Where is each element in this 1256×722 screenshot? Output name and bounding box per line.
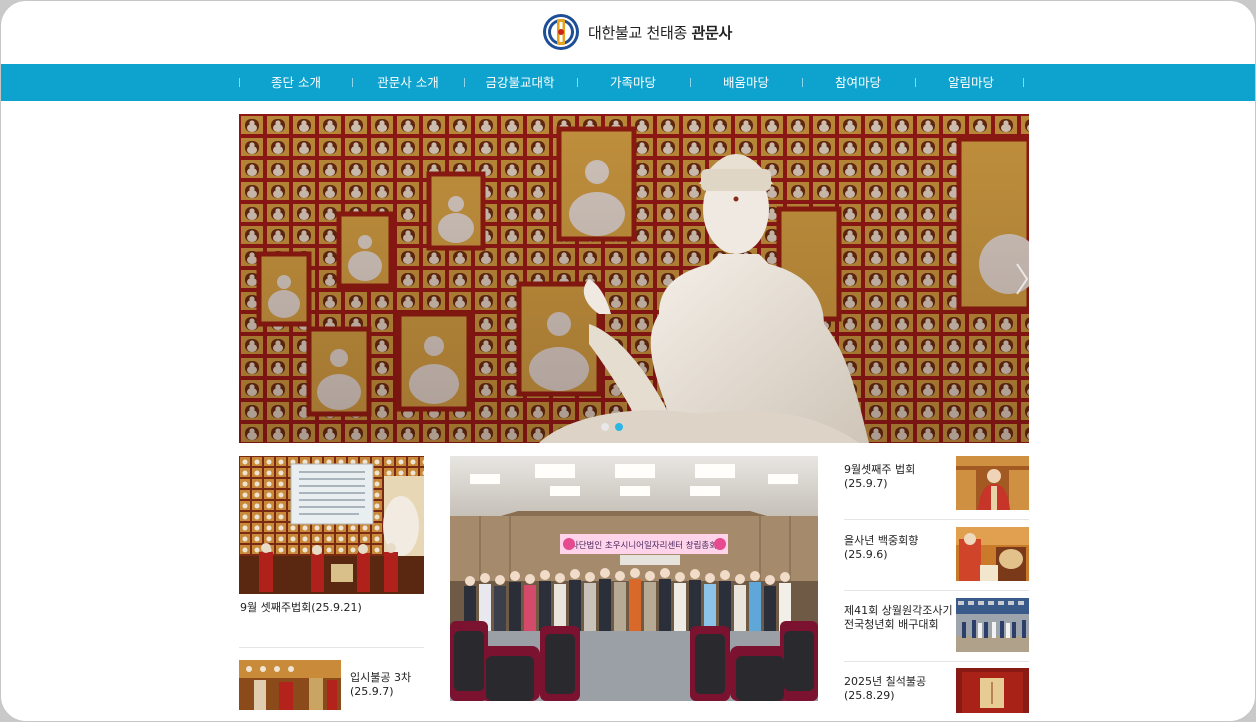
news-thumbnail[interactable] — [239, 660, 341, 710]
news-caption[interactable]: 9월 셋째주법회(25.9.21) — [240, 600, 362, 615]
browser-page: 대한불교 천태종 관문사 종단 소개 관문사 소개 금강불교대학 가족마당 배움… — [0, 0, 1256, 722]
nav-item-buddhist-college[interactable]: 금강불교대학 — [464, 64, 576, 101]
banner-text: 사단법인 초우시니어일자리센터 창립총회 — [571, 540, 717, 551]
dharma-service-photo — [239, 456, 424, 594]
group-photo-auditorium: 사단법인 초우시니어일자리센터 창립총회 — [450, 456, 818, 701]
baekjung-ceremony-photo — [956, 527, 1029, 581]
divider — [844, 590, 1029, 591]
news-title[interactable]: 입시불공 3차 — [350, 670, 411, 685]
site-title: 대한불교 천태종 관문사 — [588, 23, 732, 42]
exam-prayer-photo — [239, 660, 341, 710]
site-logo[interactable]: 대한불교 천태종 관문사 — [542, 13, 732, 51]
side-news-title[interactable]: 을사년 백중회향 — [844, 533, 918, 548]
nav-item-family[interactable]: 가족마당 — [577, 64, 689, 101]
side-news-thumbnail[interactable] — [956, 668, 1029, 713]
hero-buddha-image — [239, 114, 1029, 443]
side-news-title[interactable]: 제41회 상월원각조사기 — [844, 603, 953, 618]
news-thumbnail[interactable] — [239, 456, 424, 594]
side-news-thumbnail[interactable] — [956, 527, 1029, 581]
side-news-title-line2[interactable]: 전국청년회 배구대회 — [844, 617, 939, 632]
site-header: 대한불교 천태종 관문사 — [1, 1, 1255, 64]
divider — [844, 661, 1029, 662]
featured-photo[interactable]: 사단법인 초우시니어일자리센터 창립총회 — [450, 456, 818, 701]
temple-emblem-icon — [543, 14, 579, 50]
nav-item-participation[interactable]: 참여마당 — [802, 64, 914, 101]
side-news-thumbnail[interactable] — [956, 598, 1029, 652]
nav-item-order-intro[interactable]: 종단 소개 — [240, 64, 352, 101]
news-date: (25.9.7) — [350, 685, 394, 698]
slider-dot-1[interactable] — [601, 423, 609, 431]
side-news-date: (25.8.29) — [844, 689, 895, 702]
hero-slider[interactable] — [239, 114, 1029, 443]
nav-item-learning[interactable]: 배움마당 — [690, 64, 802, 101]
monk-dharma-talk-photo — [956, 456, 1029, 510]
main-navigation: 종단 소개 관문사 소개 금강불교대학 가족마당 배움마당 참여마당 알림마당 — [1, 64, 1255, 101]
divider — [844, 519, 1029, 520]
side-news-date: (25.9.6) — [844, 548, 888, 561]
side-news-thumbnail[interactable] — [956, 456, 1029, 510]
volleyball-tournament-photo — [956, 598, 1029, 652]
side-news-title[interactable]: 9월셋째주 법회 — [844, 462, 915, 477]
side-news-title[interactable]: 2025년 칠석불공 — [844, 674, 926, 689]
divider — [239, 647, 424, 648]
nav-separator — [1023, 78, 1024, 87]
nav-item-notices[interactable]: 알림마당 — [915, 64, 1027, 101]
side-news-date: (25.9.7) — [844, 477, 888, 490]
nav-item-temple-intro[interactable]: 관문사 소개 — [352, 64, 464, 101]
chilseok-prayer-photo — [956, 668, 1029, 713]
slider-dot-2-active[interactable] — [615, 423, 623, 431]
